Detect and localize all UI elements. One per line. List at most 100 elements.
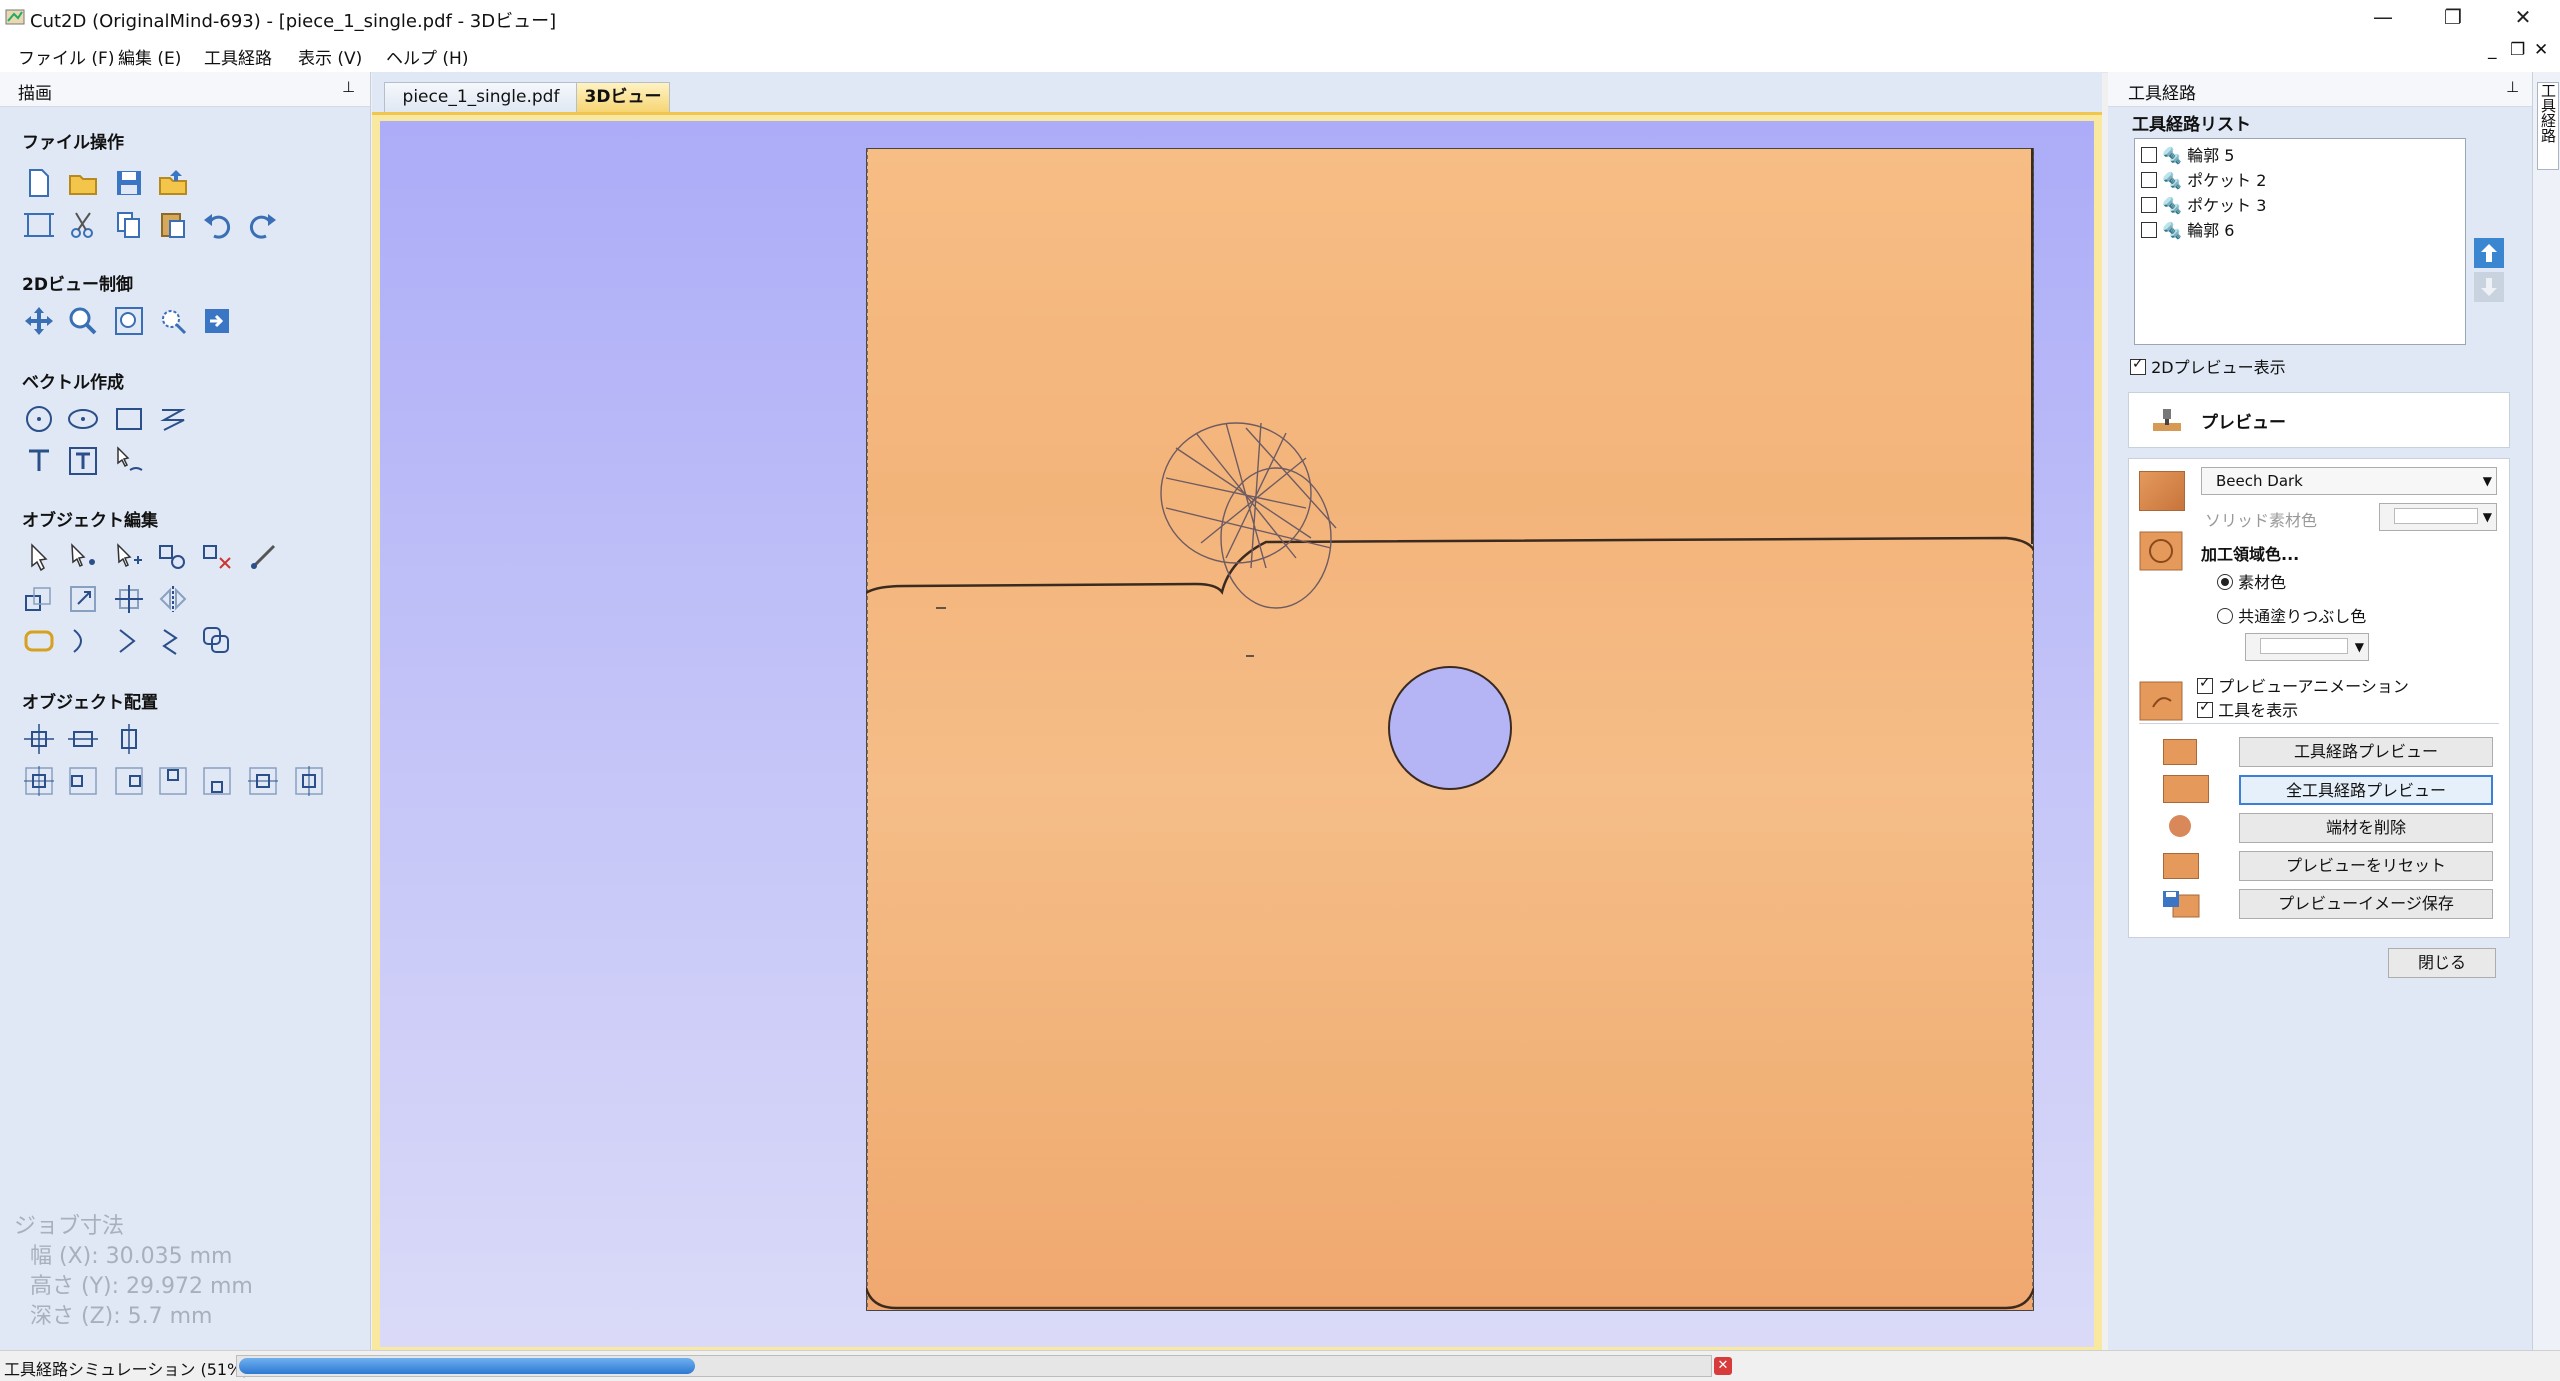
restore-button[interactable]: ❐ — [2420, 0, 2486, 36]
open-folder-icon[interactable] — [66, 166, 100, 200]
common-color-label: 共通塗りつぶし色 — [2238, 607, 2367, 626]
tab-3d-view[interactable]: 3Dビュー — [576, 82, 670, 113]
align-vcenter-icon[interactable] — [112, 722, 146, 756]
polyline-icon[interactable] — [156, 402, 190, 436]
minimize-button[interactable]: — — [2350, 0, 2416, 36]
toolpath-checkbox[interactable] — [2141, 172, 2157, 188]
weld-icon[interactable] — [22, 624, 56, 658]
remove-scrap-icon — [2169, 815, 2191, 837]
mirror-icon[interactable] — [156, 582, 190, 616]
pin-icon[interactable]: ⊥ — [342, 78, 355, 96]
save-preview-image-button[interactable]: プレビューイメージ保存 — [2239, 889, 2493, 919]
import-folder-icon[interactable] — [156, 166, 190, 200]
toolpath-checkbox[interactable] — [2141, 147, 2157, 163]
show-tool-toggle[interactable]: 工具を表示 — [2197, 697, 2298, 721]
preview-animation-checkbox[interactable] — [2197, 675, 2213, 694]
align-hcenter-icon[interactable] — [66, 722, 100, 756]
close-panel-button[interactable]: 閉じる — [2388, 948, 2496, 978]
show-tool-checkbox[interactable] — [2197, 699, 2213, 718]
redo-icon[interactable] — [246, 208, 280, 242]
pan-icon[interactable] — [22, 304, 56, 338]
mdi-minimize-button[interactable]: _ — [2488, 40, 2497, 60]
show-2d-checkbox[interactable] — [2130, 356, 2146, 375]
common-color-option[interactable]: 共通塗りつぶし色 — [2217, 603, 2366, 627]
solid-color-select[interactable]: ▼ — [2379, 503, 2497, 531]
group-icon[interactable] — [156, 540, 190, 574]
material-color-option[interactable]: 素材色 — [2217, 569, 2286, 593]
distribute-horizontal-icon[interactable] — [246, 764, 280, 798]
interactive-transform-icon[interactable] — [112, 540, 146, 574]
job-setup-icon[interactable] — [22, 208, 56, 242]
save-icon[interactable] — [112, 166, 146, 200]
resize-icon[interactable] — [66, 582, 100, 616]
list-item[interactable]: 🔩 輪郭 5 — [2141, 142, 2234, 165]
menu-edit[interactable]: 編集 (E) — [118, 44, 181, 69]
align-right-icon[interactable] — [112, 764, 146, 798]
cancel-simulation-icon[interactable]: ✕ — [1714, 1357, 1732, 1375]
toolpath-checkbox[interactable] — [2141, 222, 2157, 238]
zoom-icon[interactable] — [66, 304, 100, 338]
material-select[interactable]: Beech Dark ▼ — [2201, 467, 2497, 495]
toolpath-checkbox[interactable] — [2141, 197, 2157, 213]
fillet-icon[interactable] — [156, 624, 190, 658]
toolpath-preview-button[interactable]: 工具経路プレビュー — [2239, 737, 2493, 767]
toolpath-list[interactable]: 🔩 輪郭 5 🔩 ポケット 2 🔩 ポケット 3 🔩 輪郭 6 — [2134, 138, 2466, 345]
fit-view-icon[interactable] — [200, 304, 234, 338]
cut-icon[interactable] — [66, 208, 100, 242]
side-tab-toolpaths[interactable]: 工具経路 — [2537, 82, 2559, 170]
text-on-curve-icon[interactable] — [112, 444, 146, 478]
pin-icon[interactable]: ⊥ — [2506, 78, 2519, 96]
paste-icon[interactable] — [156, 208, 190, 242]
rectangle-icon[interactable] — [112, 402, 146, 436]
align-center-icon[interactable] — [22, 722, 56, 756]
zoom-selection-icon[interactable] — [156, 304, 190, 338]
zoom-all-icon[interactable] — [112, 304, 146, 338]
trim-icon[interactable] — [66, 624, 100, 658]
menu-toolpaths[interactable]: 工具経路 — [204, 44, 272, 69]
common-color-select[interactable]: ▼ — [2245, 633, 2369, 661]
move-up-icon[interactable] — [2472, 236, 2506, 270]
center-icon[interactable] — [112, 582, 146, 616]
mdi-close-button[interactable]: ✕ — [2534, 40, 2548, 60]
align-left-icon[interactable] — [66, 764, 100, 798]
menu-view[interactable]: 表示 (V) — [298, 44, 362, 69]
align-top-icon[interactable] — [156, 764, 190, 798]
scale-icon[interactable] — [22, 582, 56, 616]
menu-help[interactable]: ヘルプ (H) — [386, 44, 468, 69]
offset-icon[interactable] — [200, 624, 234, 658]
tool-icon: 🔩 — [2162, 146, 2183, 165]
mdi-restore-button[interactable]: ❐ — [2510, 40, 2525, 60]
list-item[interactable]: 🔩 輪郭 6 — [2141, 217, 2234, 240]
text-icon[interactable] — [22, 444, 56, 478]
list-item[interactable]: 🔩 ポケット 3 — [2141, 192, 2266, 215]
select-arrow-icon[interactable] — [22, 540, 56, 574]
ellipse-icon[interactable] — [66, 402, 100, 436]
close-button[interactable]: ✕ — [2490, 0, 2556, 36]
reset-preview-button[interactable]: プレビューをリセット — [2239, 851, 2493, 881]
ungroup-icon[interactable] — [200, 540, 234, 574]
job-dimensions: ジョブ寸法 幅 (X): 30.035 mm 高さ (Y): 29.972 mm… — [14, 1212, 253, 1332]
distribute-vertical-icon[interactable] — [292, 764, 326, 798]
align-page-center-icon[interactable] — [22, 764, 56, 798]
list-item[interactable]: 🔩 ポケット 2 — [2141, 167, 2266, 190]
all-toolpaths-preview-button[interactable]: 全工具経路プレビュー — [2239, 775, 2493, 805]
common-color-radio[interactable] — [2217, 608, 2233, 624]
new-file-icon[interactable] — [22, 166, 56, 200]
move-down-icon[interactable] — [2472, 270, 2506, 304]
tab-pdf[interactable]: piece_1_single.pdf — [384, 82, 578, 113]
menu-file[interactable]: ファイル (F) — [18, 44, 114, 69]
align-bottom-icon[interactable] — [200, 764, 234, 798]
show-2d-preview[interactable]: 2Dプレビュー表示 — [2130, 354, 2286, 378]
node-edit-icon[interactable] — [66, 540, 100, 574]
toolpath-panel-header: 工具経路 ⊥ — [2108, 72, 2532, 107]
text-box-icon[interactable] — [66, 444, 100, 478]
extend-icon[interactable] — [112, 624, 146, 658]
material-swatch-icon — [2139, 471, 2185, 511]
preview-animation-toggle[interactable]: プレビューアニメーション — [2197, 673, 2409, 697]
circle-icon[interactable] — [22, 402, 56, 436]
material-color-radio[interactable] — [2217, 574, 2233, 590]
remove-scrap-button[interactable]: 端材を削除 — [2239, 813, 2493, 843]
undo-icon[interactable] — [200, 208, 234, 242]
copy-icon[interactable] — [112, 208, 146, 242]
measure-icon[interactable] — [246, 540, 280, 574]
